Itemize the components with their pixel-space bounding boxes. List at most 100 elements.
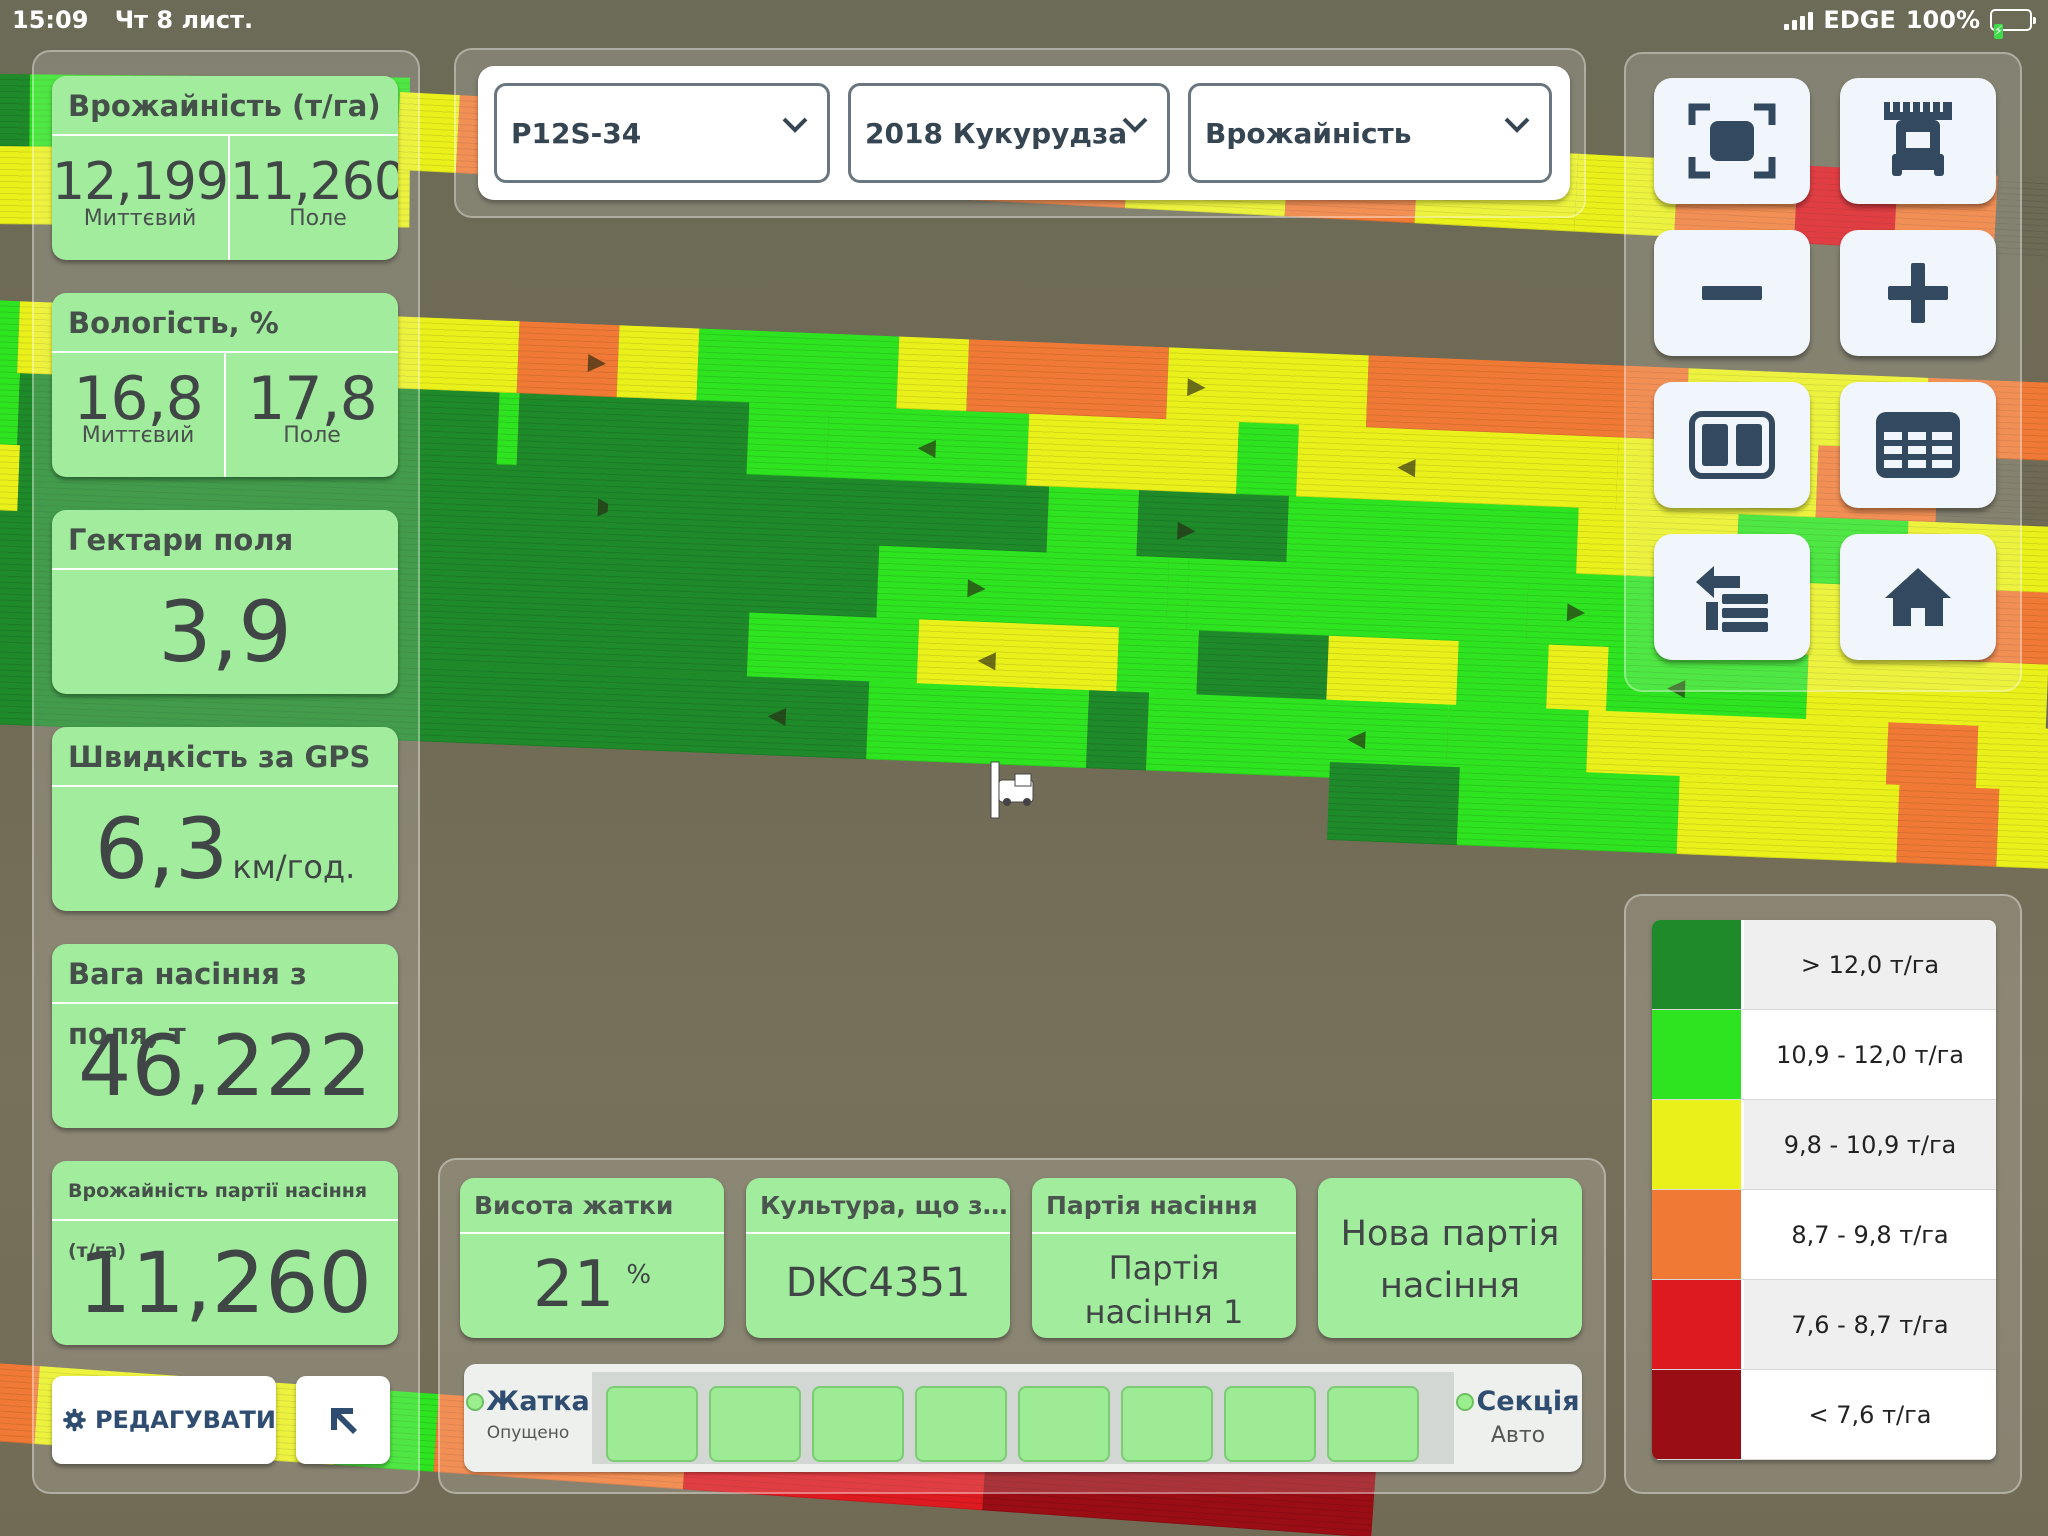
field-value: 17,8 <box>247 364 378 434</box>
layer-dropdown-value: Врожайність <box>1205 116 1412 150</box>
minus-icon <box>1702 286 1762 300</box>
legend-row: 10,9 - 12,0 т/га <box>1652 1010 1996 1100</box>
header-status-title: Жатка <box>486 1386 590 1417</box>
sections-bar: Жатка Опущено Секція Авто <box>464 1364 1582 1472</box>
field-dropdown-value: P12S-34 <box>511 116 642 150</box>
legend-label: 10,9 - 12,0 т/га <box>1776 1040 1964 1069</box>
instant-value: 16,8 <box>73 364 204 434</box>
legend-swatch <box>1652 1190 1744 1279</box>
legend-row: 7,6 - 8,7 т/га <box>1652 1280 1996 1370</box>
header-status-value: Опущено <box>486 1423 570 1443</box>
moisture-card[interactable]: Вологість, % 16,8 Миттєвий 17,8 Поле <box>52 293 398 477</box>
home-icon <box>1885 568 1951 626</box>
layer-dropdown[interactable]: Врожайність <box>1188 83 1552 183</box>
instant-value: 12,199 <box>52 152 229 212</box>
card-title: Вологість, % <box>52 293 398 353</box>
section-track <box>592 1372 1454 1464</box>
edit-label: РЕДАГУВАТИ <box>94 1406 276 1434</box>
new-seed-lot-button[interactable]: Нова партія насіння <box>1318 1178 1582 1338</box>
yield-card[interactable]: Врожайність (т/га) 12,199 Миттєвий 11,260… <box>52 76 398 260</box>
card-title: Гектари поля <box>52 510 398 570</box>
fit-extent-button[interactable] <box>1654 78 1810 204</box>
header-height-card[interactable]: Висота жатки 21% <box>460 1178 724 1338</box>
seed-lot-value-line2: насіння 1 <box>1084 1293 1244 1331</box>
home-button[interactable] <box>1840 534 1996 660</box>
lot-yield-card[interactable]: Врожайність партії насіння (т/га) 11,260 <box>52 1161 398 1345</box>
legend-swatch <box>1652 1100 1744 1189</box>
crop-value: DKC4351 <box>785 1260 971 1306</box>
date: Чт 8 лист. <box>114 6 254 34</box>
section-indicator <box>915 1386 1007 1462</box>
clock: 15:09 <box>12 6 89 34</box>
hectares-value: 3,9 <box>158 583 292 681</box>
crop-card[interactable]: Культура, що з… DKC4351 <box>746 1178 1010 1338</box>
split-view-button[interactable] <box>1654 382 1810 508</box>
speed-unit: км/год. <box>232 848 356 886</box>
harvester-marker-icon <box>990 761 1034 819</box>
section-indicator <box>1224 1386 1316 1462</box>
seed-weight-card[interactable]: Вага насіння з поля, т 46,222 <box>52 944 398 1128</box>
header-status[interactable]: Жатка Опущено <box>464 1364 592 1472</box>
card-title: Врожайність партії насіння (т/га) <box>52 1161 398 1262</box>
collapse-button[interactable] <box>296 1376 390 1464</box>
season-crop-dropdown[interactable]: 2018 Кукурудза <box>848 83 1170 183</box>
edit-button[interactable]: РЕДАГУВАТИ <box>52 1376 276 1464</box>
legend-label: 9,8 - 10,9 т/га <box>1744 1100 1996 1189</box>
arrow-up-left-icon <box>331 1408 357 1434</box>
section-indicator <box>709 1386 801 1462</box>
legend-swatch <box>1652 1010 1744 1099</box>
fit-extent-icon <box>1688 103 1776 179</box>
harvester-view-button[interactable] <box>1840 78 1996 204</box>
legend-row: 8,7 - 9,8 т/га <box>1652 1190 1996 1280</box>
section-status[interactable]: Секція Авто <box>1454 1364 1582 1472</box>
new-lot-line1: Нова партія <box>1340 1214 1560 1254</box>
card-title: Партія насіння <box>1032 1178 1296 1234</box>
yield-legend: > 12,0 т/га 10,9 - 12,0 т/га 9,8 - 10,9 … <box>1652 920 1996 1460</box>
battery-icon: ⚡ <box>1990 9 2036 39</box>
table-view-button[interactable] <box>1840 382 1996 508</box>
legend-swatch <box>1652 920 1744 1009</box>
chevron-down-icon <box>1504 117 1530 133</box>
dropdown-bar: P12S-34 2018 Кукурудза Врожайність <box>478 66 1570 200</box>
legend-swatch <box>1652 1370 1744 1459</box>
speed-card[interactable]: Швидкість за GPS 6,3 км/год. <box>52 727 398 911</box>
legend-label: 7,6 - 8,7 т/га <box>1744 1280 1996 1369</box>
legend-label: 8,7 - 9,8 т/га <box>1791 1220 1949 1249</box>
seed-lot-card[interactable]: Партія насіння Партія насіння 1 <box>1032 1178 1296 1338</box>
network-label: EDGE <box>1823 6 1896 34</box>
switch-layer-button[interactable] <box>1654 534 1810 660</box>
split-view-icon <box>1689 411 1775 479</box>
hectares-card[interactable]: Гектари поля 3,9 <box>52 510 398 694</box>
card-title: Вага насіння з поля, т <box>52 944 398 1051</box>
new-lot-line2: насіння <box>1379 1266 1521 1306</box>
status-dot-icon <box>1456 1392 1475 1411</box>
card-title: Культура, що з… <box>746 1178 1010 1234</box>
zoom-out-button[interactable] <box>1654 230 1810 356</box>
harvester-icon <box>1884 102 1952 176</box>
seed-weight-value: 46,222 <box>78 1017 372 1115</box>
header-height-unit: % <box>626 1260 652 1290</box>
legend-label: > 12,0 т/га <box>1744 920 1996 1009</box>
zoom-in-button[interactable] <box>1840 230 1996 356</box>
legend-swatch <box>1652 1280 1744 1369</box>
table-icon <box>1876 412 1960 478</box>
card-title: Висота жатки <box>460 1178 724 1234</box>
field-dropdown[interactable]: P12S-34 <box>494 83 830 183</box>
chevron-down-icon <box>782 117 808 133</box>
gear-icon <box>63 1408 86 1432</box>
card-title: Швидкість за GPS <box>52 727 398 787</box>
speed-value: 6,3 <box>94 800 229 898</box>
status-dot-icon <box>466 1392 485 1411</box>
header-height-value: 21 <box>532 1248 615 1322</box>
status-bar: 15:09 Чт 8 лист. EDGE 100% ⚡ <box>0 0 2048 40</box>
section-status-value: Авто <box>1490 1423 1546 1448</box>
section-indicator <box>1018 1386 1110 1462</box>
legend-row: > 12,0 т/га <box>1652 920 1996 1010</box>
section-indicator <box>1327 1386 1419 1462</box>
chevron-down-icon <box>1122 117 1148 133</box>
plus-icon <box>1888 263 1948 323</box>
legend-row: < 7,6 т/га <box>1652 1370 1996 1460</box>
switch-layer-icon <box>1696 566 1768 632</box>
seed-lot-value-line1: Партія <box>1108 1249 1220 1287</box>
lot-yield-value: 11,260 <box>78 1234 372 1332</box>
